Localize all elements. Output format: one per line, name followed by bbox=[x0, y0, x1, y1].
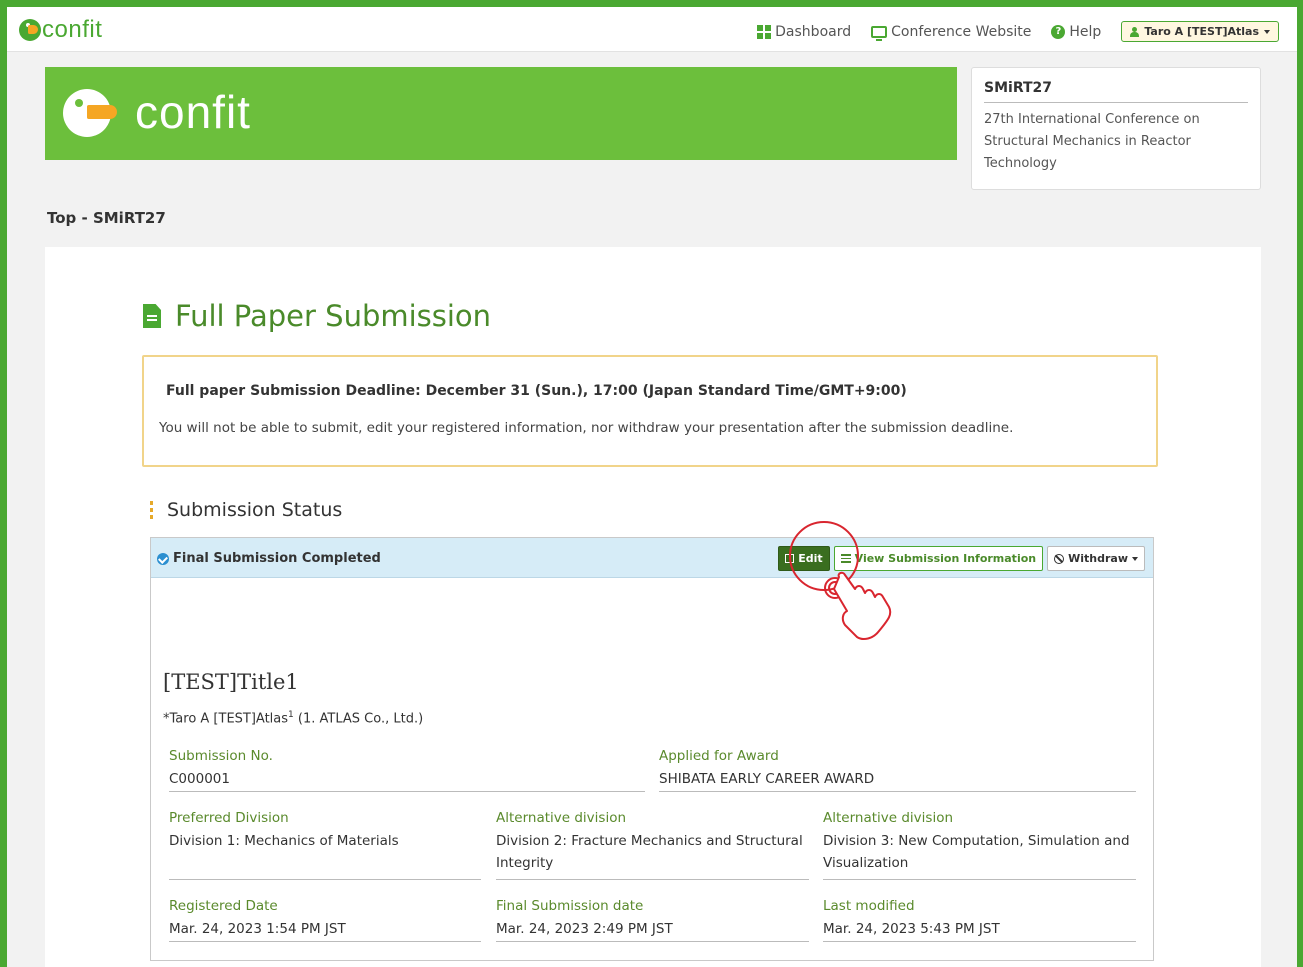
deadline-notice: Full paper Submission Deadline: December… bbox=[142, 355, 1158, 467]
conference-full-name: 27th International Conference on Structu… bbox=[984, 112, 1200, 171]
chevron-down-icon bbox=[1264, 29, 1270, 34]
status-label: Final Submission Completed bbox=[157, 551, 381, 566]
field-label: Submission No. bbox=[169, 748, 273, 764]
view-submission-button[interactable]: View Submission Information bbox=[833, 546, 1044, 571]
submission-title: [TEST]Title1 bbox=[163, 670, 299, 694]
nav-links: Dashboard Conference Website ? Help Taro… bbox=[757, 21, 1279, 42]
field-preferred-division: Preferred Division Division 1: Mechanics… bbox=[169, 810, 481, 880]
nav-conference-website[interactable]: Conference Website bbox=[871, 23, 1032, 41]
field-value: Mar. 24, 2023 1:54 PM JST bbox=[169, 921, 346, 937]
field-registered-date: Registered Date Mar. 24, 2023 1:54 PM JS… bbox=[169, 898, 481, 942]
field-label: Last modified bbox=[823, 898, 915, 914]
breadcrumb: Top - SMiRT27 bbox=[47, 209, 166, 227]
brand-name: confit bbox=[42, 16, 103, 43]
list-icon bbox=[840, 554, 851, 563]
withdraw-label: Withdraw bbox=[1068, 552, 1128, 565]
check-circle-icon bbox=[157, 552, 169, 565]
ban-icon bbox=[1054, 553, 1065, 564]
section-title: Submission Status bbox=[150, 499, 342, 521]
brand-logo[interactable]: confit bbox=[19, 16, 103, 43]
user-icon bbox=[1130, 26, 1140, 37]
withdraw-button[interactable]: Withdraw bbox=[1047, 546, 1145, 571]
field-last-modified: Last modified Mar. 24, 2023 5:43 PM JST bbox=[823, 898, 1136, 942]
author-name: *Taro A [TEST]Atlas bbox=[163, 711, 289, 727]
status-actions: Edit View Submission Information Withdra… bbox=[778, 546, 1145, 571]
field-value: SHIBATA EARLY CAREER AWARD bbox=[659, 771, 875, 787]
nav-dashboard-label: Dashboard bbox=[775, 23, 852, 40]
field-value: Division 3: New Computation, Simulation … bbox=[823, 833, 1130, 871]
confit-logo-icon bbox=[63, 89, 117, 137]
status-header: Final Submission Completed Edit View Sub… bbox=[151, 538, 1153, 578]
dashboard-icon bbox=[757, 24, 772, 39]
field-value: Division 2: Fracture Mechanics and Struc… bbox=[496, 833, 803, 871]
field-final-submission-date: Final Submission date Mar. 24, 2023 2:49… bbox=[496, 898, 809, 942]
status-label-text: Final Submission Completed bbox=[173, 551, 381, 566]
nav-help-label: Help bbox=[1069, 23, 1102, 40]
field-label: Alternative division bbox=[496, 810, 627, 826]
section-title-text: Submission Status bbox=[167, 499, 343, 521]
deadline-text: Full paper Submission Deadline: December… bbox=[166, 383, 907, 399]
field-label: Registered Date bbox=[169, 898, 278, 914]
user-menu-button[interactable]: Taro A [TEST]Atlas bbox=[1121, 21, 1279, 42]
nav-conference-website-label: Conference Website bbox=[891, 23, 1032, 40]
edit-button-label: Edit bbox=[798, 552, 823, 565]
field-applied-award: Applied for Award SHIBATA EARLY CAREER A… bbox=[659, 748, 1136, 792]
submission-status-card: Final Submission Completed Edit View Sub… bbox=[150, 537, 1154, 961]
confit-logo-icon bbox=[19, 19, 41, 41]
page-title-text: Full Paper Submission bbox=[175, 299, 492, 333]
field-value: Division 1: Mechanics of Materials bbox=[169, 833, 399, 849]
vertical-dots-icon bbox=[150, 501, 153, 519]
banner-brand: confit bbox=[135, 86, 251, 138]
field-label: Applied for Award bbox=[659, 748, 779, 764]
user-name: Taro A [TEST]Atlas bbox=[1144, 25, 1259, 38]
main-panel: Full Paper Submission Full paper Submiss… bbox=[45, 247, 1261, 967]
conference-info-box: SMiRT27 27th International Conference on… bbox=[971, 67, 1261, 190]
monitor-icon bbox=[871, 25, 888, 41]
field-submission-no: Submission No. C000001 bbox=[169, 748, 645, 792]
edit-button[interactable]: Edit bbox=[778, 546, 830, 571]
document-icon bbox=[143, 304, 161, 328]
nav-dashboard[interactable]: Dashboard bbox=[757, 24, 851, 40]
conference-abbr: SMiRT27 bbox=[984, 80, 1248, 103]
deadline-note: You will not be able to submit, edit you… bbox=[159, 420, 1014, 436]
field-alternative-division-1: Alternative division Division 2: Fractur… bbox=[496, 810, 809, 880]
field-value: Mar. 24, 2023 2:49 PM JST bbox=[496, 921, 673, 937]
chevron-down-icon bbox=[1132, 556, 1138, 561]
field-alternative-division-2: Alternative division Division 3: New Com… bbox=[823, 810, 1136, 880]
app-frame: confit Dashboard Conference Website ? He… bbox=[7, 7, 1297, 967]
top-navbar: confit Dashboard Conference Website ? He… bbox=[7, 7, 1297, 52]
field-label: Alternative division bbox=[823, 810, 954, 826]
conference-banner: confit bbox=[45, 67, 957, 160]
help-icon: ? bbox=[1051, 24, 1066, 39]
page-title: Full Paper Submission bbox=[143, 299, 491, 333]
view-submission-label: View Submission Information bbox=[854, 552, 1037, 565]
nav-help[interactable]: ? Help bbox=[1051, 24, 1101, 40]
field-value: C000001 bbox=[169, 771, 230, 787]
author-affiliation: (1. ATLAS Co., Ltd.) bbox=[293, 711, 424, 727]
field-label: Preferred Division bbox=[169, 810, 289, 826]
field-label: Final Submission date bbox=[496, 898, 644, 914]
edit-icon bbox=[785, 554, 795, 563]
submission-authors: *Taro A [TEST]Atlas1 (1. ATLAS Co., Ltd.… bbox=[163, 710, 423, 726]
field-value: Mar. 24, 2023 5:43 PM JST bbox=[823, 921, 1000, 937]
